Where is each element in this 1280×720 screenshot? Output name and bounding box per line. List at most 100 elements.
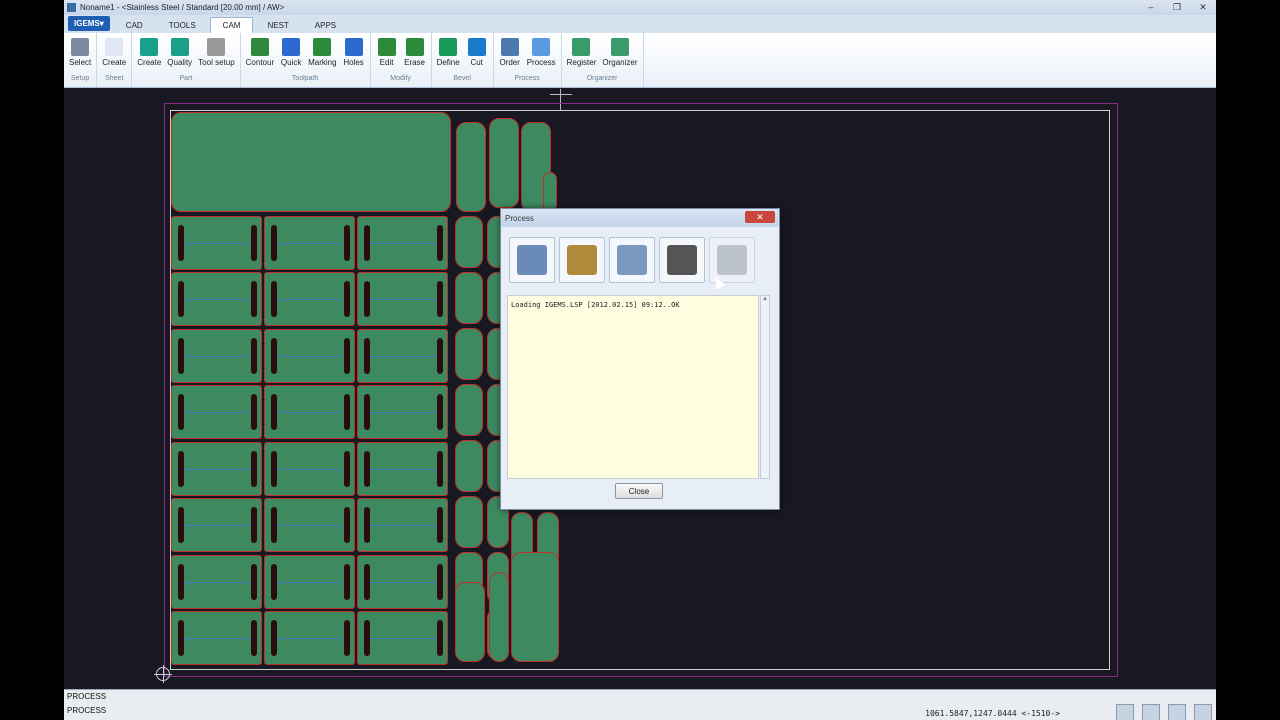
nested-part[interactable] <box>171 272 262 326</box>
tool-setup-button[interactable]: Tool setup <box>195 35 237 75</box>
nested-part[interactable] <box>171 555 262 609</box>
app-icon <box>67 3 76 12</box>
nested-part[interactable] <box>357 216 448 270</box>
nested-part[interactable] <box>455 384 483 436</box>
tool-setup-icon <box>207 38 226 56</box>
sheet-create-icon <box>105 38 124 56</box>
nested-part[interactable] <box>357 385 448 439</box>
toolpath-line <box>277 412 342 413</box>
nested-part[interactable] <box>357 555 448 609</box>
nested-part[interactable] <box>357 498 448 552</box>
part-slot <box>251 352 257 374</box>
nested-part[interactable] <box>357 272 448 326</box>
app-menu-button[interactable]: IGEMS▾ <box>68 16 110 31</box>
nested-part[interactable] <box>489 118 519 208</box>
money-button[interactable] <box>559 237 605 283</box>
nested-part[interactable] <box>456 122 486 212</box>
restore-button[interactable]: ❐ <box>1164 2 1190 13</box>
process-icon <box>532 38 551 56</box>
order-button[interactable]: Order <box>496 35 524 75</box>
cut-button[interactable]: Cut <box>463 35 491 75</box>
contour-icon <box>250 38 269 56</box>
tab-tools[interactable]: TOOLS <box>157 18 208 33</box>
log-scrollbar[interactable]: ▲ <box>760 295 770 479</box>
contour-button[interactable]: Contour <box>243 35 277 75</box>
edit-button[interactable]: Edit <box>373 35 401 75</box>
document-icon[interactable] <box>1116 704 1134 720</box>
nested-part[interactable] <box>264 216 355 270</box>
nested-part[interactable] <box>171 329 262 383</box>
nested-part[interactable] <box>171 498 262 552</box>
quick-button[interactable]: Quick <box>277 35 305 75</box>
dialog-title-bar: Process <box>501 209 779 227</box>
nested-part[interactable] <box>264 611 355 665</box>
ribbon-group-bevel: Define Cut Bevel <box>432 33 494 87</box>
part-slot <box>344 239 350 261</box>
toolpath-line <box>370 525 435 526</box>
close-button[interactable]: Close <box>615 483 663 499</box>
organizer-button[interactable]: Organizer <box>599 35 640 75</box>
part-slot <box>251 465 257 487</box>
ribbon-button-label: Erase <box>404 58 426 67</box>
calculator-icon <box>617 245 647 275</box>
blank-icon[interactable] <box>1142 704 1160 720</box>
nested-part[interactable] <box>455 216 483 268</box>
tab-apps[interactable]: APPS <box>303 18 348 33</box>
nested-part[interactable] <box>264 385 355 439</box>
part-slot <box>344 408 350 430</box>
nested-part[interactable] <box>511 552 559 662</box>
nested-part[interactable] <box>357 329 448 383</box>
nested-part[interactable] <box>455 496 483 548</box>
erase-button[interactable]: Erase <box>401 35 429 75</box>
money-icon <box>567 245 597 275</box>
select-icon <box>71 38 90 56</box>
nested-part[interactable] <box>264 329 355 383</box>
nested-part[interactable] <box>489 572 509 662</box>
define-button[interactable]: Define <box>434 35 463 75</box>
report-button[interactable] <box>509 237 555 283</box>
nested-part[interactable] <box>171 385 262 439</box>
marking-button[interactable]: Marking <box>305 35 339 75</box>
toolpath-line <box>184 582 249 583</box>
close-window-button[interactable]: ✕ <box>1190 2 1216 13</box>
tab-cam[interactable]: CAM <box>209 17 254 33</box>
ruler-icon[interactable] <box>1168 704 1186 720</box>
nested-part[interactable] <box>455 272 483 324</box>
nested-part[interactable] <box>171 112 451 212</box>
tab-cad[interactable]: CAD <box>114 18 155 33</box>
nested-part[interactable] <box>171 442 262 496</box>
holes-icon <box>344 38 363 56</box>
nested-part[interactable] <box>455 328 483 380</box>
select-button[interactable]: Select <box>66 35 94 75</box>
nested-part[interactable] <box>455 440 483 492</box>
sheet-create-button[interactable]: Create <box>99 35 129 75</box>
nested-part[interactable] <box>357 611 448 665</box>
nested-part[interactable] <box>264 498 355 552</box>
nested-part[interactable] <box>171 216 262 270</box>
nested-part[interactable] <box>543 172 557 212</box>
ribbon-group-toolpath: Contour Quick Marking Holes Toolpath <box>241 33 371 87</box>
ribbon-group-label: Process <box>514 75 540 82</box>
holes-button[interactable]: Holes <box>340 35 368 75</box>
nested-part[interactable] <box>264 555 355 609</box>
nested-part[interactable] <box>455 582 485 662</box>
quality-button[interactable]: Quality <box>164 35 195 75</box>
part-slot <box>251 578 257 600</box>
calculator-button[interactable] <box>609 237 655 283</box>
part-create-button[interactable]: Create <box>134 35 164 75</box>
nested-part[interactable] <box>264 442 355 496</box>
gears-button[interactable] <box>659 237 705 283</box>
nested-part[interactable] <box>264 272 355 326</box>
pencil-icon[interactable] <box>1194 704 1212 720</box>
minimize-button[interactable]: – <box>1138 2 1164 13</box>
command-line[interactable]: PROCESS PROCESS 1061.5847,1247.0444 <-15… <box>64 689 1216 720</box>
dialog-close-icon[interactable]: ✕ <box>745 211 775 223</box>
nested-part[interactable] <box>357 442 448 496</box>
ribbon-button-label: Tool setup <box>198 58 235 67</box>
register-button[interactable]: Register <box>564 35 600 75</box>
toolpath-line <box>370 638 435 639</box>
process-button[interactable]: Process <box>524 35 559 75</box>
tab-nest[interactable]: NEST <box>255 18 300 33</box>
toolpath-line <box>370 582 435 583</box>
nested-part[interactable] <box>171 611 262 665</box>
